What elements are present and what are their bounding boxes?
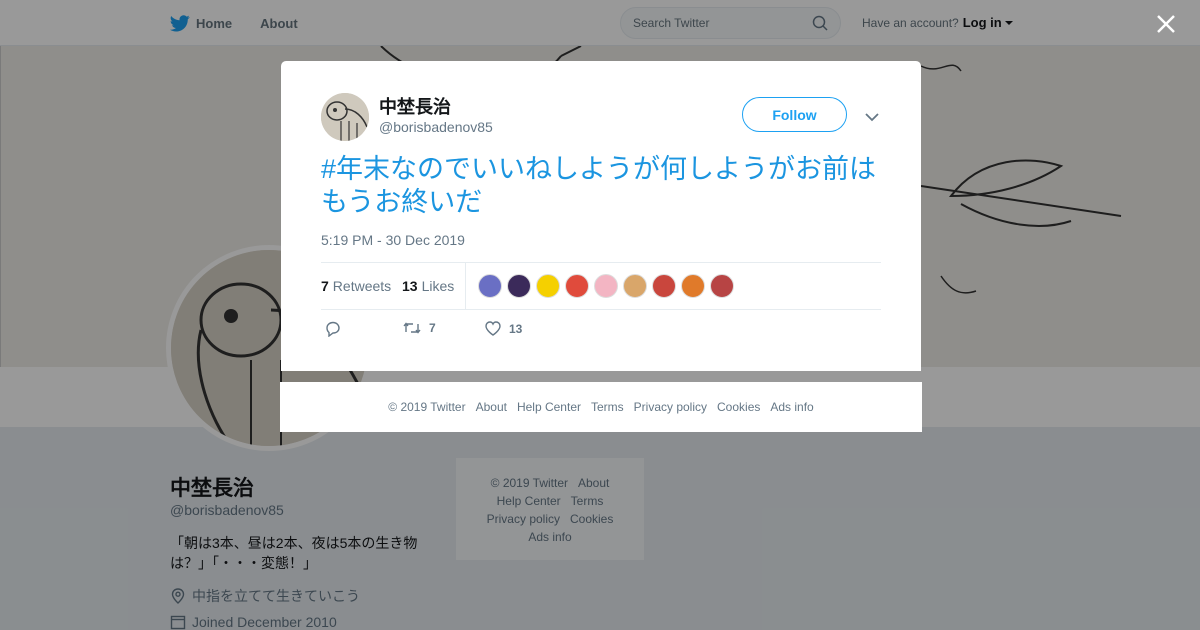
close-icon <box>1157 15 1175 33</box>
liker-avatar[interactable] <box>536 274 560 298</box>
likers-avatars <box>478 274 739 298</box>
liker-avatar[interactable] <box>710 274 734 298</box>
liker-avatar[interactable] <box>623 274 647 298</box>
modal-footer-ads[interactable]: Ads info <box>770 400 813 414</box>
tweet-timestamp[interactable]: 5:19 PM - 30 Dec 2019 <box>321 232 465 248</box>
tweet-author-handle[interactable]: @borisbadenov85 <box>379 119 493 135</box>
stats-divider <box>465 263 466 310</box>
liker-avatar[interactable] <box>507 274 531 298</box>
retweets-count: 7 <box>321 278 329 294</box>
liker-avatar[interactable] <box>594 274 618 298</box>
modal-footer-help[interactable]: Help Center <box>517 400 581 414</box>
liker-avatar[interactable] <box>652 274 676 298</box>
retweet-icon <box>403 322 421 334</box>
close-button[interactable] <box>1154 12 1178 36</box>
retweets-label: Retweets <box>332 278 392 294</box>
chevron-down-icon <box>865 113 879 122</box>
retweet-count: 7 <box>429 321 436 335</box>
heart-icon <box>485 321 501 336</box>
likes-count: 13 <box>402 278 418 294</box>
more-options-button[interactable] <box>865 109 879 122</box>
tweet-author-name[interactable]: 中埜長治 <box>379 93 451 119</box>
like-count: 13 <box>509 321 523 336</box>
retweet-button[interactable]: 7 <box>403 321 436 335</box>
liker-avatar[interactable] <box>681 274 705 298</box>
likes-stat[interactable]: 13 Likes <box>402 278 454 294</box>
tweet-text[interactable]: #年末なのでいいねしようが何しようがお前はもうお終いだ <box>321 153 891 219</box>
tweet-stats: 7 Retweets 13 Likes <box>321 262 881 310</box>
modal-footer-terms[interactable]: Terms <box>591 400 624 414</box>
modal-footer-copyright: © 2019 Twitter <box>388 400 466 414</box>
like-button[interactable]: 13 <box>485 321 522 336</box>
modal-footer: © 2019 Twitter About Help Center Terms P… <box>280 382 922 432</box>
liker-avatar[interactable] <box>565 274 589 298</box>
tweet-modal: 中埜長治 @borisbadenov85 Follow #年末なのでいいねしよう… <box>281 61 921 371</box>
reply-icon <box>326 321 340 337</box>
liker-avatar[interactable] <box>478 274 502 298</box>
follow-button[interactable]: Follow <box>742 97 847 132</box>
modal-footer-about[interactable]: About <box>476 400 507 414</box>
modal-footer-cookies[interactable]: Cookies <box>717 400 760 414</box>
retweets-stat[interactable]: 7 Retweets <box>321 278 391 294</box>
reply-button[interactable] <box>325 321 341 337</box>
modal-footer-privacy[interactable]: Privacy policy <box>634 400 707 414</box>
avatar-sketch-small <box>321 93 369 141</box>
likes-label: Likes <box>421 278 455 294</box>
tweet-author-avatar[interactable] <box>321 93 369 141</box>
